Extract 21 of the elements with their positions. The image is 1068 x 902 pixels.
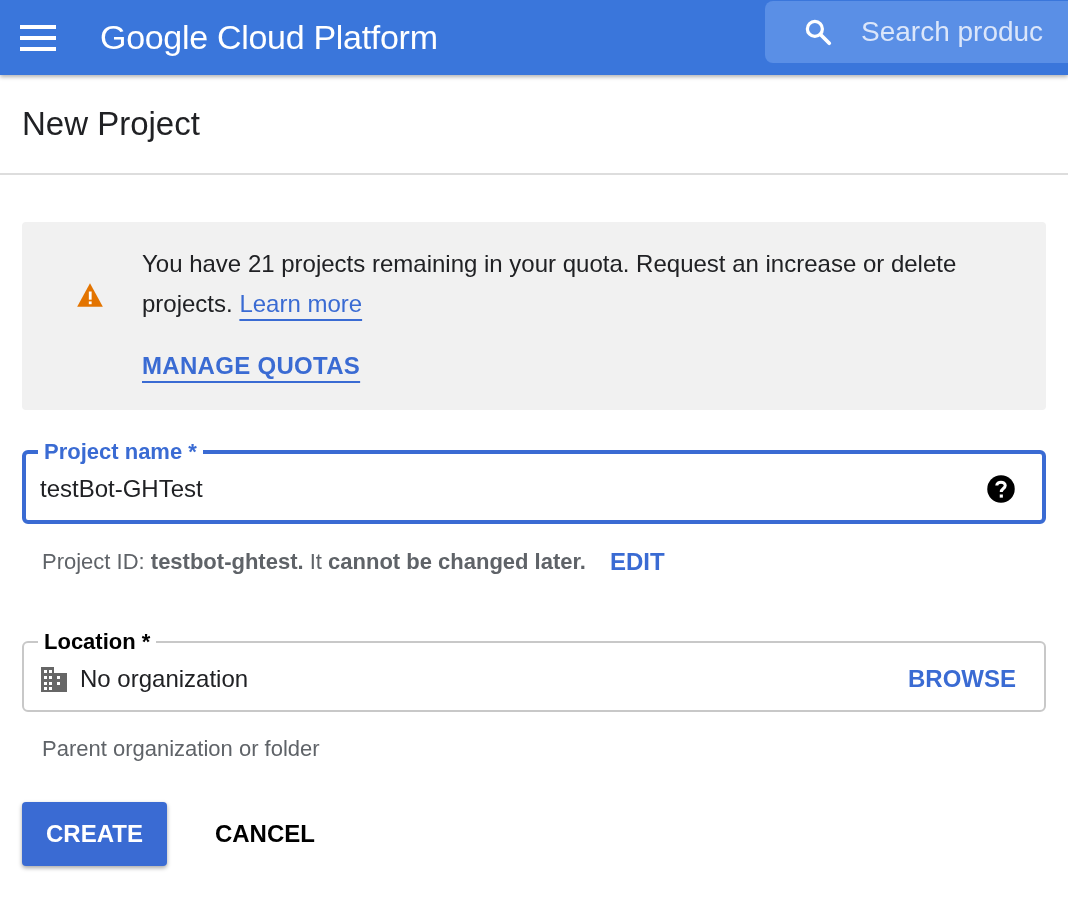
location-hint: Parent organization or folder [42, 736, 320, 762]
help-icon[interactable] [986, 474, 1016, 504]
learn-more-link[interactable]: Learn more [239, 290, 363, 317]
field-value: testBot-GHTest [40, 475, 204, 503]
page-title: New Project [22, 105, 200, 143]
project-id-text: Project ID: testbot-ghtest. It cannot be changed later. [42, 549, 586, 575]
quota-message: You have 21 projects remaining in your quota. Request an increase or delete projects. Learn more [142, 249, 958, 319]
app-title: Google Cloud Platform [100, 18, 438, 57]
edit-link[interactable]: EDIT [610, 548, 665, 576]
menu-icon[interactable] [20, 24, 56, 51]
building-icon [40, 665, 68, 693]
field-value: No organization [80, 665, 250, 693]
search-field[interactable]: Search produc [765, 0, 1068, 63]
field-label: Location * [43, 628, 152, 656]
browse-link[interactable]: BROWSE [908, 665, 1016, 693]
warning-icon [76, 282, 104, 308]
field-label: Project name * [43, 438, 198, 466]
manage-quotas-link[interactable]: MANAGE QUOTAS [142, 352, 361, 380]
create-button[interactable]: CREATE [22, 802, 167, 866]
search-input[interactable]: Search produc [861, 15, 1061, 48]
cancel-button[interactable]: CANCEL [214, 802, 315, 866]
